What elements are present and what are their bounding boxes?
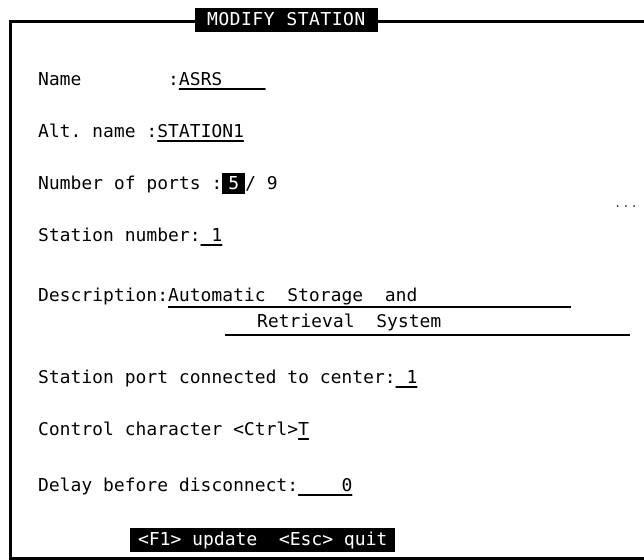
center-port-row: Station port connected to center: 1 xyxy=(38,366,417,390)
control-char-label: Control character <Ctrl> xyxy=(38,419,299,440)
delay-row: Delay before disconnect: 0 xyxy=(38,474,352,498)
description-field-line1[interactable]: Automatic Storage and xyxy=(168,286,572,308)
ports-field[interactable]: 5 xyxy=(222,173,246,194)
alt-name-field[interactable]: STATION1 xyxy=(157,121,244,142)
footer-hint-bar: <F1> update <Esc> quit xyxy=(130,528,396,552)
alt-name-row: Alt. name :STATION1 xyxy=(38,120,244,144)
control-char-row: Control character <Ctrl>T xyxy=(38,418,309,442)
description-label: Description: xyxy=(38,285,169,306)
ports-max: / 9 xyxy=(245,173,278,194)
ports-label: Number of ports : xyxy=(38,173,223,194)
delay-label: Delay before disconnect: xyxy=(38,475,299,496)
name-row: Name :ASRS xyxy=(38,68,266,92)
station-number-row: Station number: 1 xyxy=(38,224,222,248)
station-number-field[interactable]: 1 xyxy=(201,225,222,246)
center-port-label: Station port connected to center: xyxy=(38,367,396,388)
window-title: MODIFY STATION xyxy=(195,8,378,32)
delay-field[interactable]: 0 xyxy=(298,475,352,496)
description-row: Description:Automatic Storage and xyxy=(38,284,572,308)
station-number-label: Station number: xyxy=(38,225,201,246)
control-char-field[interactable]: T xyxy=(298,419,309,440)
name-field[interactable]: ASRS xyxy=(179,69,266,90)
ports-row: Number of ports :5/ 9 xyxy=(38,172,278,196)
description-field-line2[interactable]: Retrieval System xyxy=(225,312,630,336)
more-indicator: ... xyxy=(614,196,639,210)
alt-name-label: Alt. name : xyxy=(38,121,158,142)
name-label: Name : xyxy=(38,69,179,90)
center-port-field[interactable]: 1 xyxy=(396,367,417,388)
